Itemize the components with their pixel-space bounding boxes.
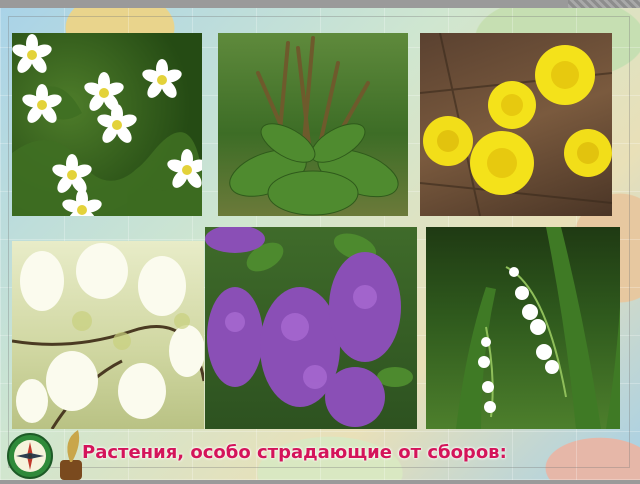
- photo-bird-cherry: [12, 241, 204, 429]
- photo-plantain: [218, 33, 408, 216]
- compass-icon: [6, 432, 54, 480]
- plantain-illustration: [229, 36, 399, 216]
- lilac-illustration: [205, 227, 413, 427]
- photo-white-anemones: [12, 33, 202, 216]
- anemone-illustration: [12, 34, 202, 216]
- lily-illustration: [456, 227, 620, 429]
- bird-cherry-illustration: [12, 243, 204, 429]
- slide-caption: Растения, особо страдающие от сборов:: [82, 442, 507, 463]
- photo-lilac: [205, 227, 417, 429]
- coltsfoot-illustration: [420, 33, 612, 216]
- photo-lily-of-the-valley: [426, 227, 620, 429]
- photo-coltsfoot: [420, 33, 612, 216]
